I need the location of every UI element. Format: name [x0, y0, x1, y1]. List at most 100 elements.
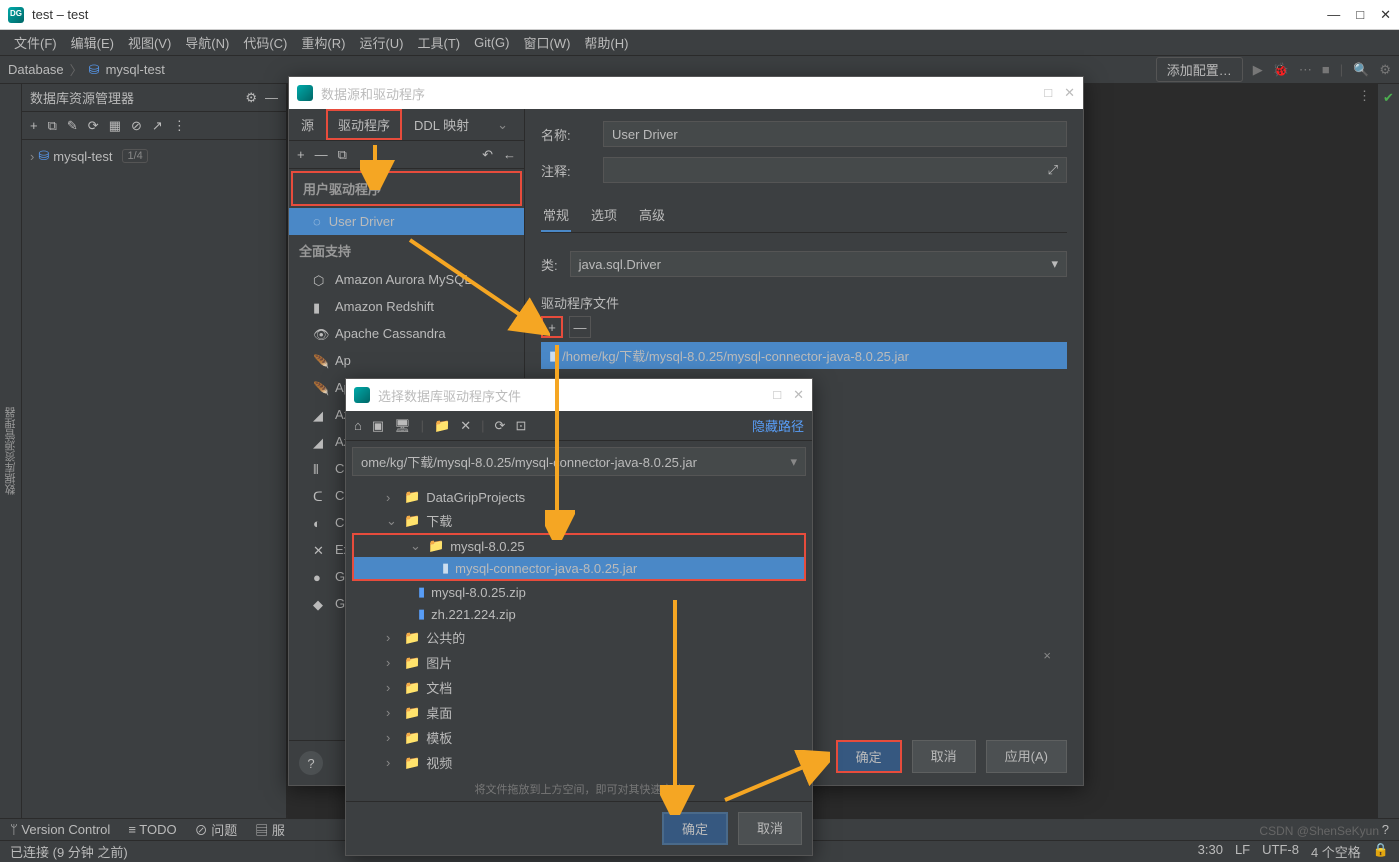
tab-drivers[interactable]: 驱动程序	[326, 109, 402, 140]
hide-path-link[interactable]: 隐藏路径	[752, 416, 804, 435]
breadcrumb-db[interactable]: Database	[8, 62, 64, 77]
fc-item[interactable]: ›📁模板	[346, 725, 812, 750]
back-icon[interactable]: ←	[503, 147, 516, 162]
edit-icon[interactable]: ✎	[67, 118, 78, 134]
dialog-close-button[interactable]: ✕	[1064, 85, 1075, 101]
menu-tools[interactable]: 工具(T)	[411, 31, 466, 54]
help-button[interactable]: ?	[299, 751, 323, 775]
driver-item[interactable]: 🪶Ap	[289, 347, 524, 374]
menu-window[interactable]: 窗口(W)	[517, 31, 576, 54]
minimize-button[interactable]: —	[1327, 7, 1340, 23]
ok-button[interactable]: 确定	[836, 740, 902, 773]
vc-tab[interactable]: ᛘ Version Control	[10, 822, 110, 837]
fc-close-button[interactable]: ✕	[793, 387, 804, 403]
services-tab[interactable]: ▤ 服	[255, 820, 285, 839]
driver-item[interactable]: ▮Amazon Redshift	[289, 293, 524, 320]
fc-item[interactable]: ›📁桌面	[346, 700, 812, 725]
more-icon[interactable]: ⋮	[173, 118, 186, 134]
user-driver-item[interactable]: ◌ User Driver	[289, 208, 524, 235]
fc-item[interactable]: ▮mysql-8.0.25.zip	[346, 581, 812, 603]
run-icon[interactable]: ▶	[1253, 62, 1263, 78]
cancel-button[interactable]: 取消	[912, 740, 976, 773]
search-icon[interactable]: 🔍	[1353, 62, 1369, 78]
copy-icon[interactable]: ⧉	[48, 118, 57, 134]
filter-icon[interactable]: ▦	[109, 118, 121, 134]
apply-button[interactable]: 应用(A)	[986, 740, 1067, 773]
debug-icon[interactable]: 🐞	[1273, 62, 1289, 78]
path-dropdown-icon[interactable]: ▾	[790, 454, 797, 470]
fc-maximize-button[interactable]: □	[773, 387, 781, 403]
driver-item[interactable]: 👁Apache Cassandra	[289, 320, 524, 347]
refresh-icon[interactable]: ⟳	[88, 118, 99, 134]
name-input[interactable]	[603, 121, 1067, 147]
chevron-down-icon[interactable]: ⌄	[485, 111, 520, 139]
expand-icon[interactable]: ⤢	[1048, 162, 1058, 178]
menu-file[interactable]: 文件(F)	[8, 31, 63, 54]
add-driver-file-button[interactable]: +	[541, 316, 563, 338]
breadcrumb-item[interactable]: mysql-test	[106, 62, 165, 77]
status-lock-icon[interactable]: 🔒	[1373, 842, 1389, 861]
maximize-button[interactable]: □	[1356, 7, 1364, 23]
fc-item[interactable]: ›📁公共的	[346, 625, 812, 650]
db-tree-item[interactable]: › ⛁ mysql-test 1/4	[22, 146, 286, 166]
undo-icon[interactable]: ↶	[482, 147, 493, 163]
class-select[interactable]: java.sql.Driver ▾	[570, 251, 1067, 277]
fc-item[interactable]: ›📁DataGripProjects	[346, 486, 812, 508]
stop-icon[interactable]: ⊘	[131, 118, 142, 134]
expand-icon[interactable]: ›	[30, 149, 34, 164]
project-icon[interactable]: ▣	[372, 418, 384, 434]
status-spaces[interactable]: 4 个空格	[1311, 842, 1361, 861]
tab-ddl[interactable]: DDL 映射	[402, 109, 481, 140]
fc-item[interactable]: ›📁视频	[346, 750, 812, 775]
menu-code[interactable]: 代码(C)	[237, 31, 293, 54]
refresh-icon[interactable]: ⟳	[495, 418, 506, 434]
remove-driver-file-button[interactable]: —	[569, 316, 591, 338]
menu-navigate[interactable]: 导航(N)	[179, 31, 235, 54]
add-configuration-button[interactable]: 添加配置…	[1156, 57, 1243, 82]
home-icon[interactable]: ⌂	[354, 418, 362, 433]
menu-git[interactable]: Git(G)	[468, 33, 515, 52]
fc-ok-button[interactable]: 确定	[662, 812, 728, 845]
fc-item[interactable]: ⌄📁下载	[346, 508, 812, 533]
tab-options[interactable]: 选项	[589, 199, 619, 232]
fc-path-input[interactable]: ome/kg/下载/mysql-8.0.25/mysql-connector-j…	[352, 447, 806, 476]
fc-item[interactable]: ⌄📁mysql-8.0.25	[354, 535, 804, 557]
status-pos[interactable]: 3:30	[1198, 842, 1223, 861]
status-enc[interactable]: UTF-8	[1262, 842, 1299, 861]
jump-icon[interactable]: ↗	[152, 118, 163, 134]
newfolder-icon[interactable]: 📁	[434, 418, 450, 434]
fc-item[interactable]: ▮zh.221.224.zip	[346, 603, 812, 625]
menu-view[interactable]: 视图(V)	[122, 31, 177, 54]
menu-run[interactable]: 运行(U)	[353, 31, 409, 54]
copy-driver-icon[interactable]: ⧉	[338, 147, 347, 163]
desktop-icon[interactable]: 🖥	[394, 418, 411, 434]
problems-tab[interactable]: ⊘ 问题	[195, 820, 238, 839]
fc-item[interactable]: ›📁文档	[346, 675, 812, 700]
panel-hide-icon[interactable]: —	[265, 90, 278, 106]
status-lf[interactable]: LF	[1235, 842, 1250, 861]
settings-icon[interactable]: ⚙	[1379, 62, 1391, 78]
db-explorer-tab[interactable]: 数据库资源管理器	[3, 94, 19, 808]
delete-icon[interactable]: ✕	[460, 418, 471, 434]
menu-edit[interactable]: 编辑(E)	[65, 31, 120, 54]
showhidden-icon[interactable]: ⊡	[515, 418, 526, 434]
fc-item-selected[interactable]: ▮mysql-connector-java-8.0.25.jar	[354, 557, 804, 579]
more-run-icon[interactable]: ⋯	[1299, 62, 1312, 78]
fc-cancel-button[interactable]: 取消	[738, 812, 802, 845]
close-button[interactable]: ✕	[1380, 7, 1391, 23]
tab-sources[interactable]: 源	[289, 109, 326, 140]
fc-item[interactable]: ›📁图片	[346, 650, 812, 675]
menu-help[interactable]: 帮助(H)	[578, 31, 634, 54]
check-icon[interactable]: ✔	[1378, 90, 1399, 106]
add-icon[interactable]: +	[30, 118, 38, 133]
dialog-maximize-button[interactable]: □	[1044, 85, 1052, 101]
stop-icon[interactable]: ■	[1322, 62, 1330, 77]
close-hint-icon[interactable]: ×	[1043, 648, 1051, 663]
help-icon[interactable]: ?	[1382, 822, 1389, 837]
editor-more-icon[interactable]: ⋮	[1358, 88, 1371, 104]
tab-advanced[interactable]: 高级	[637, 199, 667, 232]
driver-item[interactable]: ⬡Amazon Aurora MySQL	[289, 266, 524, 293]
driver-file-item[interactable]: ▮ /home/kg/下载/mysql-8.0.25/mysql-connect…	[541, 342, 1067, 369]
menu-refactor[interactable]: 重构(R)	[295, 31, 351, 54]
remove-driver-icon[interactable]: —	[315, 147, 328, 162]
